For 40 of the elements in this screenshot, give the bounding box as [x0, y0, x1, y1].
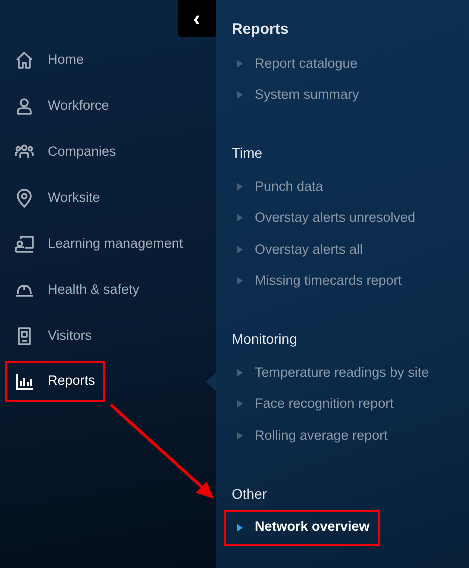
- nav-item[interactable]: Workforce: [0, 83, 216, 129]
- submenu-item[interactable]: Report catalogue: [232, 48, 469, 80]
- section-title: Reports: [232, 20, 290, 40]
- section-title: Monitoring: [232, 330, 298, 349]
- caret-icon: [237, 400, 243, 408]
- submenu-item[interactable]: Face recognition report: [232, 388, 469, 420]
- caret-icon: [237, 368, 243, 377]
- caret-icon: [237, 432, 243, 440]
- nav-item[interactable]: Worksite: [0, 175, 216, 221]
- home-icon: [15, 50, 34, 70]
- pointer-notch: [206, 372, 216, 390]
- bar-chart-icon: [15, 372, 34, 391]
- person-icon: [15, 96, 34, 116]
- collapse-button[interactable]: ‹: [178, 0, 216, 37]
- nav-item[interactable]: Learning management: [0, 221, 216, 267]
- submenu-item[interactable]: Temperature readings by site: [232, 357, 469, 388]
- submenu-item[interactable]: System summary: [232, 80, 469, 111]
- nav-item[interactable]: Health & safety: [0, 267, 216, 313]
- caret-icon: [237, 91, 243, 100]
- submenu-item[interactable]: Missing timecards report: [232, 266, 469, 297]
- nav-item[interactable]: Companies: [0, 129, 216, 175]
- submenu-item[interactable]: Overstay alerts unresolved: [232, 202, 469, 234]
- caret-icon: [237, 246, 243, 254]
- caret-icon: [237, 182, 243, 191]
- caret-icon: [237, 60, 243, 68]
- nav-item[interactable]: Reports: [7, 363, 103, 400]
- caret-icon: [237, 524, 243, 532]
- caret-icon: [237, 277, 243, 286]
- submenu-item[interactable]: Rolling average report: [232, 420, 469, 452]
- submenu-item[interactable]: Network overview: [226, 512, 378, 544]
- submenu-item[interactable]: Overstay alerts all: [232, 234, 469, 266]
- nav-item[interactable]: Home: [0, 37, 216, 83]
- id-badge-icon: [15, 326, 34, 346]
- caret-icon: [237, 214, 243, 222]
- location-pin-icon: [15, 188, 34, 208]
- nav-item[interactable]: Visitors: [0, 313, 216, 359]
- section-title: Time: [232, 144, 264, 163]
- teacher-board-icon: [15, 234, 34, 254]
- section-title: Other: [232, 484, 268, 504]
- submenu-item[interactable]: Punch data: [232, 171, 469, 202]
